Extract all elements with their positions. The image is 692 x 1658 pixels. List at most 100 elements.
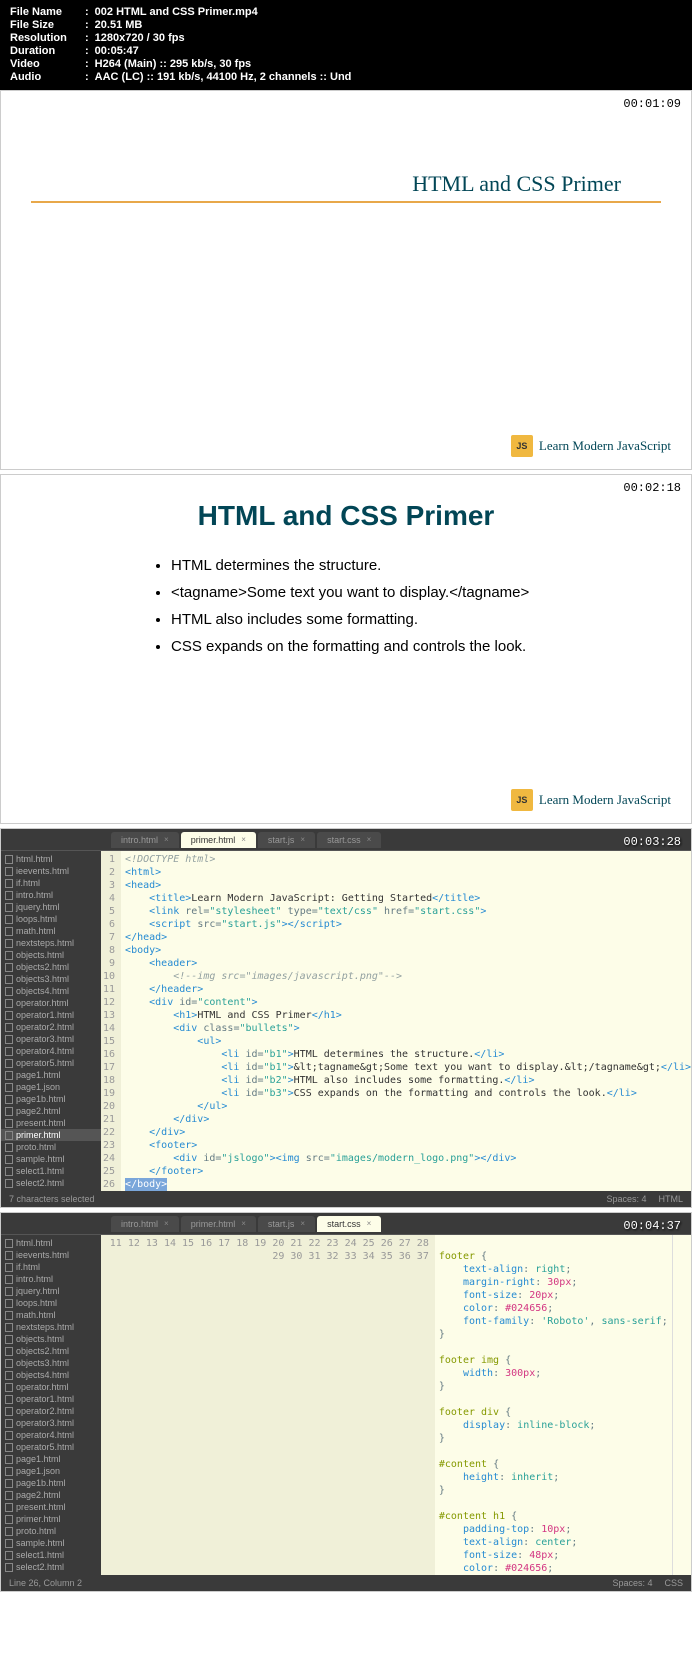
- sidebar-file-item[interactable]: math.html: [1, 1309, 101, 1321]
- status-item[interactable]: HTML: [659, 1194, 684, 1204]
- status-item[interactable]: Spaces: 4: [606, 1194, 646, 1204]
- editor-tab[interactable]: start.css×: [317, 1216, 381, 1232]
- meta-label-video: Video: [10, 58, 85, 70]
- editor-tab[interactable]: primer.html×: [181, 832, 256, 848]
- sidebar-file-item[interactable]: page1.json: [1, 1465, 101, 1477]
- code-editor[interactable]: 11 12 13 14 15 16 17 18 19 20 21 22 23 2…: [101, 1235, 691, 1575]
- sidebar-file-item[interactable]: proto.html: [1, 1141, 101, 1153]
- close-icon[interactable]: ×: [241, 835, 246, 844]
- editor-tab[interactable]: primer.html×: [181, 1216, 256, 1232]
- sidebar-file-item[interactable]: ieevents.html: [1, 865, 101, 877]
- sidebar-file-item[interactable]: intro.html: [1, 1273, 101, 1285]
- editor-tab[interactable]: intro.html×: [111, 832, 179, 848]
- sidebar-file-item[interactable]: objects.html: [1, 1333, 101, 1345]
- sidebar-file-item[interactable]: present.html: [1, 1501, 101, 1513]
- sidebar-file-item[interactable]: page1b.html: [1, 1093, 101, 1105]
- sidebar-file-item[interactable]: jquery.html: [1, 1285, 101, 1297]
- sidebar-file-item[interactable]: select1.html: [1, 1165, 101, 1177]
- close-icon[interactable]: ×: [367, 1219, 372, 1228]
- sidebar-file-item[interactable]: objects2.html: [1, 1345, 101, 1357]
- editor-tab[interactable]: start.js×: [258, 832, 315, 848]
- sidebar-file-item[interactable]: loops.html: [1, 913, 101, 925]
- file-icon: [5, 891, 13, 900]
- sidebar-file-item[interactable]: page2.html: [1, 1105, 101, 1117]
- file-icon: [5, 1407, 13, 1416]
- sidebar-file-item[interactable]: objects3.html: [1, 973, 101, 985]
- slide-footer: JS Learn Modern JavaScript: [511, 435, 671, 457]
- sidebar-file-item[interactable]: objects4.html: [1, 985, 101, 997]
- close-icon[interactable]: ×: [367, 835, 372, 844]
- file-icon: [5, 1563, 13, 1572]
- file-icon: [5, 1467, 13, 1476]
- file-icon: [5, 951, 13, 960]
- file-icon: [5, 1503, 13, 1512]
- sidebar-file-item[interactable]: page1.html: [1, 1453, 101, 1465]
- editor-tab[interactable]: intro.html×: [111, 1216, 179, 1232]
- file-icon: [5, 1347, 13, 1356]
- sidebar-file-item[interactable]: operator3.html: [1, 1417, 101, 1429]
- sidebar-file-item[interactable]: select2.html: [1, 1561, 101, 1573]
- sidebar-file-item[interactable]: operator5.html: [1, 1057, 101, 1069]
- sidebar-file-item[interactable]: nextsteps.html: [1, 937, 101, 949]
- close-icon[interactable]: ×: [241, 1219, 246, 1228]
- sidebar-file-item[interactable]: primer.html: [1, 1129, 101, 1141]
- sidebar-file-item[interactable]: present.html: [1, 1117, 101, 1129]
- file-sidebar[interactable]: html.htmlieevents.htmlif.htmlintro.htmlj…: [1, 851, 101, 1191]
- sidebar-file-item[interactable]: objects2.html: [1, 961, 101, 973]
- sidebar-file-item[interactable]: operator1.html: [1, 1393, 101, 1405]
- sidebar-file-item[interactable]: page1.html: [1, 1069, 101, 1081]
- code-editor[interactable]: 1 2 3 4 5 6 7 8 9 10 11 12 13 14 15 16 1…: [101, 851, 691, 1191]
- sidebar-file-item[interactable]: operator.html: [1, 1381, 101, 1393]
- status-item[interactable]: Spaces: 4: [612, 1578, 652, 1588]
- sidebar-file-item[interactable]: operator5.html: [1, 1441, 101, 1453]
- sidebar-file-item[interactable]: html.html: [1, 1237, 101, 1249]
- sidebar-file-item[interactable]: if.html: [1, 877, 101, 889]
- sidebar-file-item[interactable]: select1.html: [1, 1549, 101, 1561]
- close-icon[interactable]: ×: [164, 835, 169, 844]
- sidebar-file-item[interactable]: jquery.html: [1, 901, 101, 913]
- file-metadata-header: File Name:002 HTML and CSS Primer.mp4 Fi…: [0, 0, 692, 90]
- sidebar-file-item[interactable]: operator4.html: [1, 1429, 101, 1441]
- editor-tab[interactable]: start.js×: [258, 1216, 315, 1232]
- sidebar-file-item[interactable]: proto.html: [1, 1525, 101, 1537]
- close-icon[interactable]: ×: [164, 1219, 169, 1228]
- sidebar-file-item[interactable]: intro.html: [1, 889, 101, 901]
- sidebar-file-item[interactable]: page2.html: [1, 1489, 101, 1501]
- file-sidebar[interactable]: html.htmlieevents.htmlif.htmlintro.htmlj…: [1, 1235, 101, 1575]
- sidebar-file-item[interactable]: operator2.html: [1, 1405, 101, 1417]
- status-item[interactable]: CSS: [664, 1578, 683, 1588]
- sidebar-file-item[interactable]: operator.html: [1, 997, 101, 1009]
- sidebar-file-item[interactable]: sample.html: [1, 1153, 101, 1165]
- sidebar-file-item[interactable]: operator4.html: [1, 1045, 101, 1057]
- close-icon[interactable]: ×: [300, 1219, 305, 1228]
- sidebar-file-item[interactable]: if.html: [1, 1261, 101, 1273]
- sidebar-file-item[interactable]: page1b.html: [1, 1477, 101, 1489]
- sidebar-file-item[interactable]: select2.html: [1, 1177, 101, 1189]
- sidebar-file-item[interactable]: nextsteps.html: [1, 1321, 101, 1333]
- editor-tab[interactable]: start.css×: [317, 832, 381, 848]
- file-icon: [5, 855, 13, 864]
- sidebar-file-item[interactable]: operator2.html: [1, 1021, 101, 1033]
- sidebar-file-item[interactable]: primer.html: [1, 1513, 101, 1525]
- sidebar-file-item[interactable]: ieevents.html: [1, 1249, 101, 1261]
- timestamp-4: 00:04:37: [623, 1219, 681, 1233]
- bullet-list: HTML determines the structure.<tagname>S…: [41, 557, 651, 655]
- sidebar-file-item[interactable]: objects4.html: [1, 1369, 101, 1381]
- sidebar-file-item[interactable]: page1.json: [1, 1081, 101, 1093]
- sidebar-file-item[interactable]: objects3.html: [1, 1357, 101, 1369]
- meta-value-audio: AAC (LC) :: 191 kb/s, 44100 Hz, 2 channe…: [95, 71, 352, 83]
- code-content[interactable]: <!DOCTYPE html> <html> <head> <title>Lea…: [121, 851, 691, 1191]
- status-right: Spaces: 4 HTML: [606, 1194, 683, 1204]
- sidebar-file-item[interactable]: math.html: [1, 925, 101, 937]
- sidebar-file-item[interactable]: loops.html: [1, 1297, 101, 1309]
- sidebar-file-item[interactable]: objects.html: [1, 949, 101, 961]
- sidebar-file-item[interactable]: operator3.html: [1, 1033, 101, 1045]
- close-icon[interactable]: ×: [300, 835, 305, 844]
- code-content[interactable]: footer { text-align: right; margin-right…: [435, 1235, 672, 1575]
- sidebar-file-item[interactable]: operator1.html: [1, 1009, 101, 1021]
- sidebar-file-item[interactable]: sample.html: [1, 1537, 101, 1549]
- js-logo-icon: JS: [511, 435, 533, 457]
- minimap[interactable]: [672, 1235, 691, 1575]
- sidebar-file-item[interactable]: html.html: [1, 853, 101, 865]
- bullet-item: CSS expands on the formatting and contro…: [171, 638, 651, 655]
